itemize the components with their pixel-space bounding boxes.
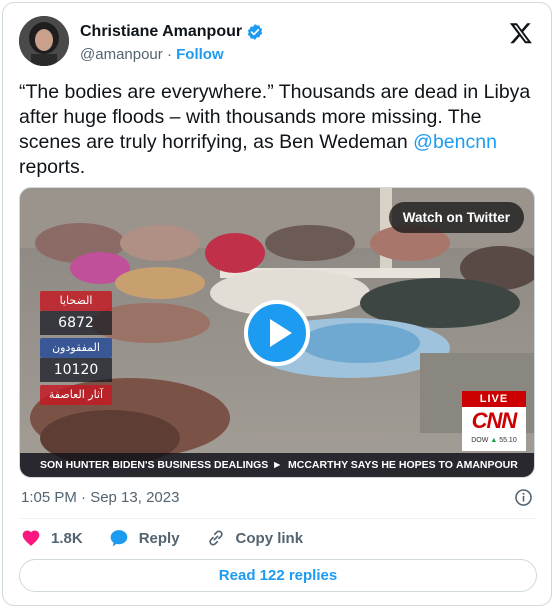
dow-arrow: ▲	[490, 437, 498, 444]
play-icon	[270, 319, 292, 347]
dow-label: DOW	[471, 437, 489, 444]
mention-link[interactable]: @bencnn	[413, 131, 497, 153]
action-bar: 1.8K Reply Copy link	[21, 528, 329, 548]
like-count: 1.8K	[51, 529, 83, 547]
avatar[interactable]	[19, 16, 69, 66]
cnn-logo-box: CNN DOW ▲ 55.10	[462, 407, 526, 451]
author-name[interactable]: Christiane Amanpour	[80, 23, 242, 41]
tweet-text: “The bodies are everywhere.” Thousands a…	[19, 80, 539, 180]
ticker-right: AMANPOUR	[456, 459, 518, 471]
link-icon	[208, 530, 223, 546]
cnn-live-bug: LIVE CNN DOW ▲ 55.10	[462, 391, 526, 451]
missing-label: المفقودون	[40, 338, 112, 358]
verified-badge-icon	[247, 24, 263, 40]
ticker-middle: MCCARTHY SAYS HE HOPES TO	[288, 459, 453, 471]
handle-row: @amanpour · Follow	[80, 46, 224, 63]
copy-link-label: Copy link	[235, 529, 304, 547]
author-handle[interactable]: @amanpour	[80, 46, 163, 63]
timestamp[interactable]: 1:05 PM · Sep 13, 2023	[21, 489, 179, 506]
storm-label: آثار العاصفة	[40, 385, 112, 405]
cnn-logo: CNN	[471, 408, 518, 433]
ticker-arrow: ►	[272, 459, 283, 471]
dow-value: 55.10	[499, 437, 517, 444]
reply-button[interactable]: Reply	[109, 528, 180, 548]
reply-label: Reply	[138, 529, 180, 547]
play-button[interactable]	[244, 300, 310, 366]
like-button[interactable]: 1.8K	[21, 528, 83, 548]
heart-icon	[22, 530, 40, 546]
name-row: Christiane Amanpour	[80, 23, 264, 41]
divider	[19, 518, 537, 519]
casualty-overlay: الضحايا 6872 المفقودون 10120 آثار العاصف…	[40, 291, 112, 405]
missing-count: 10120	[40, 358, 112, 382]
copy-link-button[interactable]: Copy link	[206, 528, 304, 548]
watch-on-twitter-button[interactable]: Watch on Twitter	[388, 202, 524, 233]
separator: ·	[166, 46, 172, 63]
ticker-left: SON HUNTER BIDEN'S BUSINESS DEALINGS	[40, 459, 269, 471]
tweet-card: Christiane Amanpour @amanpour · Follow “…	[2, 2, 552, 606]
news-ticker: SON HUNTER BIDEN'S BUSINESS DEALINGS ► M…	[20, 453, 534, 477]
dow-ticker: DOW ▲ 55.10	[462, 435, 526, 447]
x-logo-icon[interactable]	[509, 21, 533, 45]
victims-label: الضحايا	[40, 291, 112, 311]
follow-button[interactable]: Follow	[176, 46, 224, 63]
read-replies-button[interactable]: Read 122 replies	[19, 559, 537, 592]
video-player[interactable]: Watch on Twitter الضحايا 6872 المفقودون …	[19, 187, 535, 478]
info-icon[interactable]	[514, 488, 533, 507]
tweet-text-end: reports.	[19, 156, 86, 178]
victims-count: 6872	[40, 311, 112, 335]
live-badge: LIVE	[462, 391, 526, 407]
reply-bubble-icon	[110, 530, 128, 547]
